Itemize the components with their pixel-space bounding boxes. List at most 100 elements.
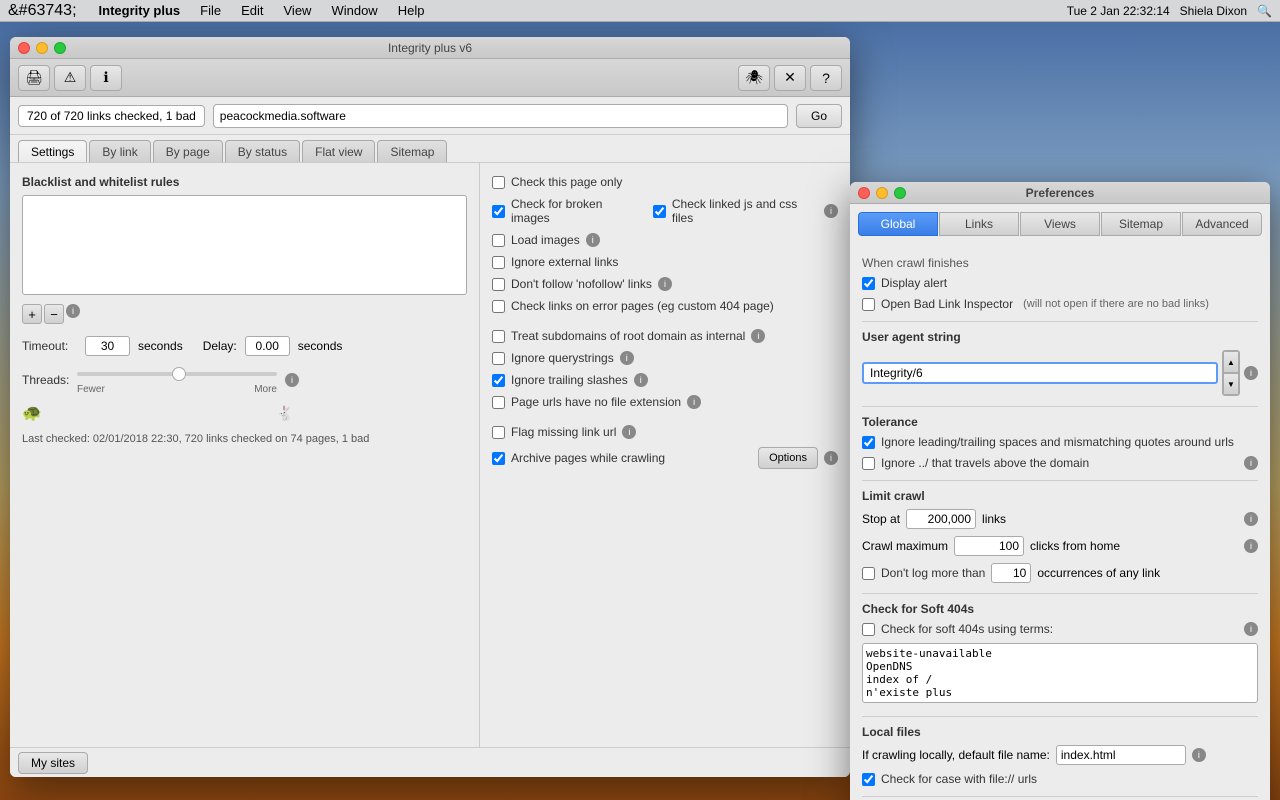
- remove-rule-button[interactable]: −: [44, 304, 64, 324]
- urlbar: 720 of 720 links checked, 1 bad Go: [10, 97, 850, 135]
- ignore-querystrings-info-icon[interactable]: i: [620, 351, 634, 365]
- check-linked-js-checkbox[interactable]: [653, 205, 666, 218]
- archive-pages-info-icon[interactable]: i: [824, 451, 838, 465]
- apple-logo-icon[interactable]: &#63743;: [8, 2, 77, 20]
- ignore-external-checkbox[interactable]: [492, 256, 505, 269]
- tab-flat-view[interactable]: Flat view: [302, 140, 375, 162]
- ignore-spaces-checkbox[interactable]: [862, 436, 875, 449]
- window-menu-item[interactable]: Window: [327, 3, 381, 18]
- warning-toolbar-button[interactable]: ⚠: [54, 65, 86, 91]
- crawl-max-unit: clicks from home: [1030, 539, 1120, 553]
- ignore-external-label: Ignore external links: [511, 255, 618, 269]
- help-menu-item[interactable]: Help: [394, 3, 429, 18]
- blacklist-textarea[interactable]: [22, 195, 467, 295]
- spider-toolbar-button[interactable]: 🕷: [738, 65, 770, 91]
- dont-log-unit: occurrences of any link: [1037, 566, 1160, 580]
- crawl-max-info-icon[interactable]: i: [1244, 539, 1258, 553]
- page-urls-no-ext-info-icon[interactable]: i: [687, 395, 701, 409]
- search-icon[interactable]: 🔍: [1257, 4, 1272, 18]
- load-images-checkbox[interactable]: [492, 234, 505, 247]
- local-file-label: If crawling locally, default file name:: [862, 748, 1050, 762]
- tab-by-page[interactable]: By page: [153, 140, 223, 162]
- prefs-minimize-button[interactable]: [876, 187, 888, 199]
- check-error-pages-label: Check links on error pages (eg custom 40…: [511, 299, 774, 313]
- prefs-close-button[interactable]: [858, 187, 870, 199]
- stop-at-info-icon[interactable]: i: [1244, 512, 1258, 526]
- user-agent-info-icon[interactable]: i: [1244, 366, 1258, 380]
- info-toolbar-button[interactable]: ℹ: [90, 65, 122, 91]
- tab-by-status[interactable]: By status: [225, 140, 300, 162]
- window-maximize-button[interactable]: [54, 42, 66, 54]
- display-alert-checkbox[interactable]: [862, 277, 875, 290]
- app-menu-item[interactable]: Integrity plus: [95, 3, 185, 18]
- check-soft404-checkbox[interactable]: [862, 623, 875, 636]
- open-bad-link-checkbox[interactable]: [862, 298, 875, 311]
- prefs-tab-sitemap[interactable]: Sitemap: [1101, 212, 1181, 236]
- blacklist-info-icon[interactable]: i: [66, 304, 80, 318]
- add-rule-button[interactable]: +: [22, 304, 42, 324]
- local-file-input[interactable]: [1056, 745, 1186, 765]
- tab-settings[interactable]: Settings: [18, 140, 87, 162]
- window-close-button[interactable]: [18, 42, 30, 54]
- treat-subdomains-checkbox[interactable]: [492, 330, 505, 343]
- timeout-input[interactable]: [85, 336, 130, 356]
- user-agent-row: ▲ ▼ i: [862, 350, 1258, 396]
- user-agent-stepper-down[interactable]: ▼: [1223, 373, 1239, 395]
- ignore-above-checkbox[interactable]: [862, 457, 875, 470]
- crawl-max-input[interactable]: [954, 536, 1024, 556]
- ignore-above-label: Ignore ../ that travels above the domain: [881, 456, 1089, 470]
- prefs-tab-views[interactable]: Views: [1020, 212, 1100, 236]
- archive-options-button[interactable]: Options: [758, 447, 818, 469]
- my-sites-button[interactable]: My sites: [18, 752, 88, 774]
- dont-log-input[interactable]: [991, 563, 1031, 583]
- prefs-tab-advanced[interactable]: Advanced: [1182, 212, 1262, 236]
- threads-slider-thumb[interactable]: [172, 367, 186, 381]
- no-follow-info-icon[interactable]: i: [658, 277, 672, 291]
- check-case-checkbox[interactable]: [862, 773, 875, 786]
- local-file-info-icon[interactable]: i: [1192, 748, 1206, 762]
- help-toolbar-button[interactable]: ?: [810, 65, 842, 91]
- soft404-terms-textarea[interactable]: website-unavailable OpenDNS index of / n…: [862, 643, 1258, 703]
- treat-subdomains-row: Treat subdomains of root domain as inter…: [492, 329, 838, 343]
- file-menu-item[interactable]: File: [196, 3, 225, 18]
- soft404-info-icon[interactable]: i: [1244, 622, 1258, 636]
- print-toolbar-button[interactable]: 🖨: [18, 65, 50, 91]
- limit-crawl-section-header: Limit crawl: [862, 480, 1258, 503]
- load-images-info-icon[interactable]: i: [586, 233, 600, 247]
- view-menu-item[interactable]: View: [280, 3, 316, 18]
- delay-unit: seconds: [298, 339, 343, 353]
- tab-sitemap[interactable]: Sitemap: [377, 140, 447, 162]
- page-urls-no-ext-checkbox[interactable]: [492, 396, 505, 409]
- threads-info-icon[interactable]: i: [285, 373, 299, 387]
- ignore-trailing-slashes-info-icon[interactable]: i: [634, 373, 648, 387]
- flag-missing-url-checkbox[interactable]: [492, 426, 505, 439]
- tab-by-link[interactable]: By link: [89, 140, 150, 162]
- window-minimize-button[interactable]: [36, 42, 48, 54]
- check-error-pages-checkbox[interactable]: [492, 300, 505, 313]
- user-agent-stepper-up[interactable]: ▲: [1223, 351, 1239, 373]
- flag-missing-url-info-icon[interactable]: i: [622, 425, 636, 439]
- check-this-page-checkbox[interactable]: [492, 176, 505, 189]
- treat-subdomains-info-icon[interactable]: i: [751, 329, 765, 343]
- prefs-tab-global[interactable]: Global: [858, 212, 938, 236]
- go-button[interactable]: Go: [796, 104, 842, 128]
- ignore-querystrings-checkbox[interactable]: [492, 352, 505, 365]
- check-broken-images-checkbox[interactable]: [492, 205, 505, 218]
- window-titlebar: Integrity plus v6: [10, 37, 850, 59]
- no-follow-checkbox[interactable]: [492, 278, 505, 291]
- blacklist-title: Blacklist and whitelist rules: [22, 175, 467, 189]
- user-agent-input[interactable]: [862, 362, 1218, 384]
- dont-log-checkbox[interactable]: [862, 567, 875, 580]
- stop-toolbar-button[interactable]: ✕: [774, 65, 806, 91]
- delay-input[interactable]: [245, 336, 290, 356]
- prefs-maximize-button[interactable]: [894, 187, 906, 199]
- url-input[interactable]: [213, 104, 788, 128]
- open-bad-link-label: Open Bad Link Inspector: [881, 297, 1013, 311]
- edit-menu-item[interactable]: Edit: [237, 3, 267, 18]
- prefs-tab-links[interactable]: Links: [939, 212, 1019, 236]
- ignore-above-info-icon[interactable]: i: [1244, 456, 1258, 470]
- archive-pages-checkbox[interactable]: [492, 452, 505, 465]
- stop-at-input[interactable]: [906, 509, 976, 529]
- ignore-trailing-slashes-checkbox[interactable]: [492, 374, 505, 387]
- check-linked-js-info-icon[interactable]: i: [824, 204, 838, 218]
